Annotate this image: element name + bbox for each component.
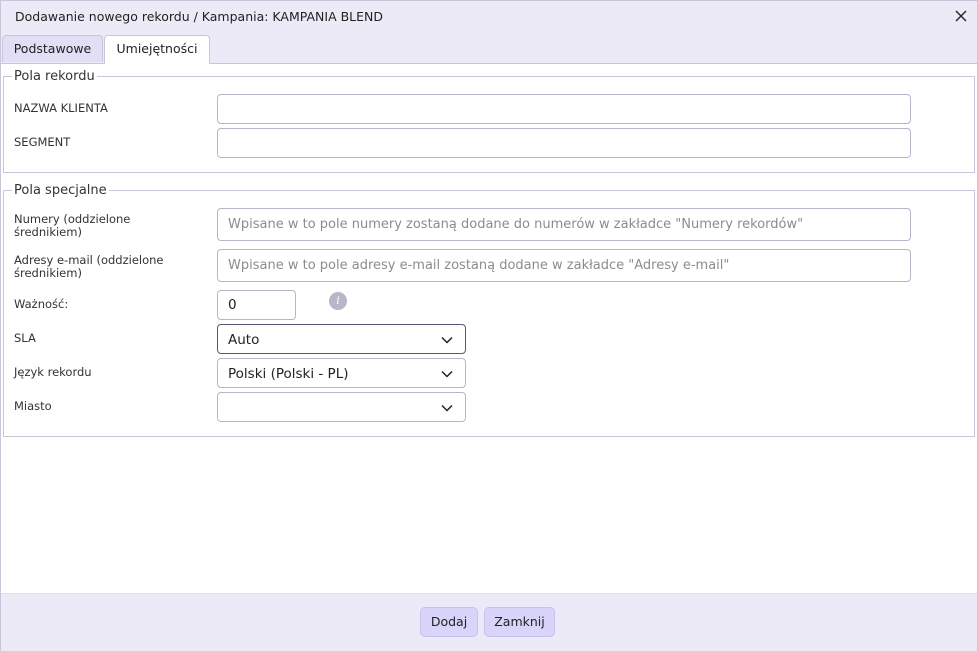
sla-select[interactable]: Auto [217, 324, 466, 354]
sla-label: SLA [14, 331, 36, 345]
client-name-input[interactable] [217, 94, 911, 124]
tab-umiejetnosci[interactable]: Umiejętności [104, 35, 210, 64]
emails-label: Adresy e-mail (oddzielone średnikiem) [14, 254, 164, 280]
record-fields-legend: Pola rekordu [14, 69, 95, 84]
validity-label: Ważność: [14, 297, 69, 311]
numbers-label: Numery (oddzielone średnikiem) [14, 213, 130, 239]
close-dialog-button[interactable]: Zamknij [484, 607, 555, 637]
segment-input[interactable] [217, 128, 911, 158]
numbers-label-line2: średnikiem) [14, 225, 82, 239]
chevron-down-icon [441, 336, 453, 344]
language-select[interactable]: Polski (Polski - PL) [217, 358, 466, 388]
emails-input[interactable] [217, 249, 911, 282]
tab-podstawowe[interactable]: Podstawowe [2, 35, 103, 62]
emails-label-line2: średnikiem) [14, 266, 82, 280]
dialog-titlebar: Dodawanie nowego rekordu / Kampania: KAM… [1, 1, 977, 34]
client-name-label: NAZWA KLIENTA [14, 101, 108, 115]
tabs-bar: Podstawowe Umiejętności [1, 33, 977, 64]
sla-selected-value: Auto [228, 332, 260, 348]
language-selected-value: Polski (Polski - PL) [228, 366, 349, 382]
add-button[interactable]: Dodaj [420, 607, 478, 637]
city-label: Miasto [14, 399, 52, 413]
special-fields-legend: Pola specjalne [14, 183, 107, 198]
close-button[interactable] [951, 6, 971, 26]
numbers-input[interactable] [217, 208, 911, 241]
validity-input[interactable] [217, 290, 296, 320]
segment-label: SEGMENT [14, 135, 71, 149]
dialog-title: Dodawanie nowego rekordu / Kampania: KAM… [15, 9, 384, 24]
language-label: Język rekordu [14, 365, 92, 379]
chevron-down-icon [441, 370, 453, 378]
dialog: Dodawanie nowego rekordu / Kampania: KAM… [0, 0, 978, 651]
dialog-footer: Dodaj Zamknij [1, 593, 977, 651]
close-icon [955, 10, 967, 22]
chevron-down-icon [441, 404, 453, 412]
info-icon[interactable]: i [329, 292, 347, 310]
city-select[interactable] [217, 392, 466, 422]
